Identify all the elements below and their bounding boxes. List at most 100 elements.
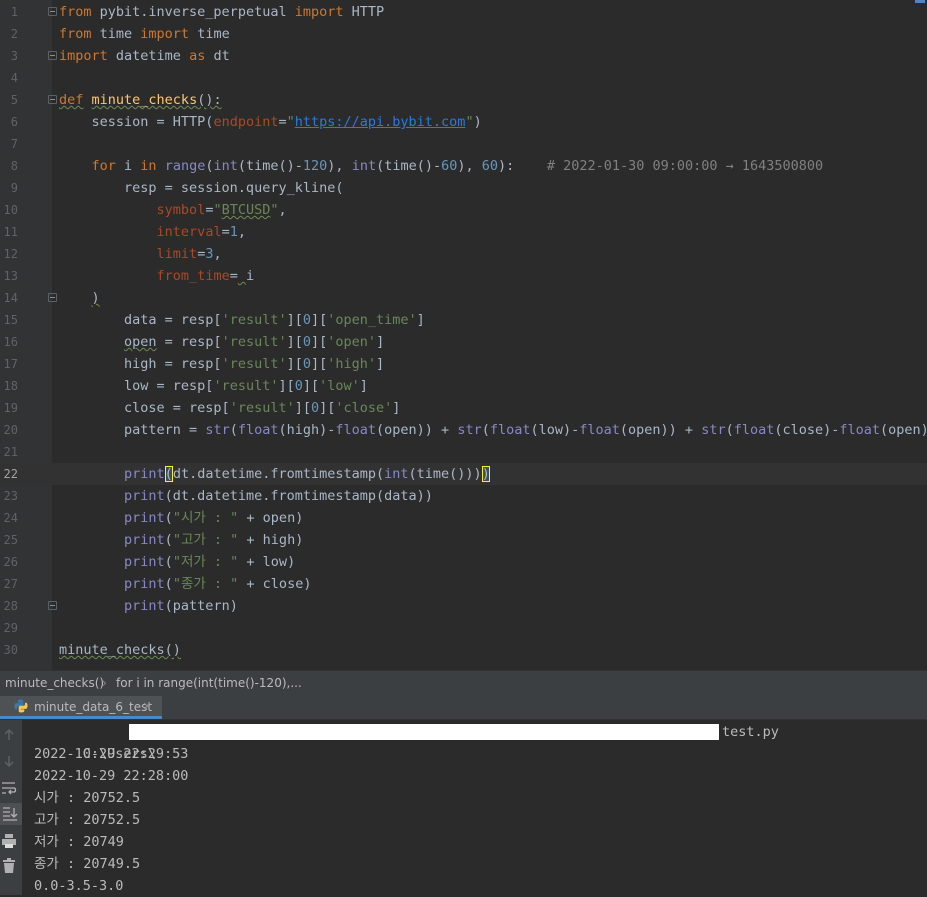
tab-run-config[interactable]: minute_data_6_test × <box>0 696 162 719</box>
line-number: 7 <box>10 137 18 151</box>
code-text: open = resp['result'][0]['open'] <box>124 334 385 350</box>
console-line: 시가 : 20752.5 <box>34 790 141 806</box>
code-line[interactable]: 21 <box>0 441 927 463</box>
console-line: 종가 : 20749.5 <box>34 856 141 872</box>
console-line: 2022-10-29 22:28:00 <box>34 768 189 784</box>
up-arrow-icon[interactable] <box>0 726 18 744</box>
fold-marker-icon[interactable] <box>48 95 57 104</box>
code-line[interactable]: 27 print("종가 : " + close) <box>0 573 927 595</box>
code-line[interactable]: 6 session = HTTP(endpoint="https://api.b… <box>0 111 927 133</box>
code-text: limit=3, <box>156 246 222 262</box>
line-number: 13 <box>3 269 18 283</box>
code-editor[interactable]: 1 from pybit.inverse_perpetual import HTT… <box>0 0 927 670</box>
code-text: print(pattern) <box>124 598 238 614</box>
code-line[interactable]: 29 <box>0 617 927 639</box>
line-number: 17 <box>3 357 18 371</box>
code-text: interval=1, <box>156 224 246 240</box>
code-line[interactable]: 1 from pybit.inverse_perpetual import HTT… <box>0 1 927 23</box>
fold-marker-icon[interactable] <box>48 293 57 302</box>
code-line[interactable]: 28 print(pattern) <box>0 595 927 617</box>
code-text: from_time= i <box>156 268 255 284</box>
code-line[interactable]: 5 def minute_checks(): <box>0 89 927 111</box>
code-line[interactable]: 15 data = resp['result'][0]['open_time'] <box>0 309 927 331</box>
code-line[interactable]: 17 high = resp['result'][0]['high'] <box>0 353 927 375</box>
code-line[interactable]: 25 print("고가 : " + high) <box>0 529 927 551</box>
line-number: 1 <box>10 5 18 19</box>
code-line[interactable]: 7 <box>0 133 927 155</box>
code-line[interactable]: 2 from time import time <box>0 23 927 45</box>
code-line[interactable]: 12 limit=3, <box>0 243 927 265</box>
line-number: 25 <box>3 533 18 547</box>
code-line[interactable]: 3 import datetime as dt <box>0 45 927 67</box>
code-text: low = resp['result'][0]['low'] <box>59 378 368 394</box>
trash-icon[interactable] <box>0 857 18 875</box>
code-line[interactable]: 11 interval=1, <box>0 221 927 243</box>
line-number: 3 <box>10 49 18 63</box>
line-number: 18 <box>3 379 18 393</box>
code-line[interactable]: 24 print("시가 : " + open) <box>0 507 927 529</box>
code-line[interactable]: 16 open = resp['result'][0]['open'] <box>0 331 927 353</box>
code-text: print(dt.datetime.fromtimestamp(int(time… <box>124 466 490 482</box>
line-number: 4 <box>10 71 18 85</box>
soft-wrap-icon[interactable] <box>0 779 18 797</box>
code-text: print("시가 : " + open) <box>124 510 304 526</box>
line-number: 14 <box>3 291 18 305</box>
code-text: for i in range(int(time()-120), int(time… <box>91 158 824 174</box>
line-number: 2 <box>10 27 18 41</box>
code-text: print(dt.datetime.fromtimestamp(data)) <box>124 488 433 504</box>
line-number: 19 <box>3 401 18 415</box>
line-number: 11 <box>3 225 18 239</box>
breadcrumb-item-function[interactable]: minute_checks() <box>5 671 104 696</box>
code-text: resp = session.query_kline( <box>59 180 344 196</box>
breadcrumb: minute_checks() › for i in range(int(tim… <box>0 670 927 696</box>
print-icon[interactable] <box>0 832 18 850</box>
breadcrumb-item-loop[interactable]: for i in range(int(time()-120),... <box>116 671 302 696</box>
code-line[interactable]: 14 ) <box>0 287 927 309</box>
code-line[interactable]: 30 minute_checks() <box>0 639 927 661</box>
down-arrow-icon[interactable] <box>0 752 18 770</box>
redaction-box <box>129 724 719 740</box>
line-number: 27 <box>3 577 18 591</box>
fold-marker-icon[interactable] <box>48 7 57 16</box>
code-text: session = HTTP(endpoint="https://api.byb… <box>59 114 482 130</box>
line-number: 15 <box>3 313 18 327</box>
line-number: 8 <box>10 159 18 173</box>
code-line[interactable]: 10 symbol="BTCUSD", <box>0 199 927 221</box>
code-text: print("종가 : " + close) <box>124 576 312 592</box>
close-icon[interactable]: × <box>142 699 152 713</box>
code-text: close = resp['result'][0]['close'] <box>59 400 401 416</box>
python-icon <box>14 699 28 713</box>
code-line[interactable]: 4 <box>0 67 927 89</box>
line-number: 28 <box>3 599 18 613</box>
code-line[interactable]: 19 close = resp['result'][0]['close'] <box>0 397 927 419</box>
console-line: 저가 : 20749 <box>34 834 124 850</box>
line-number: 23 <box>3 489 18 503</box>
console-toolbar <box>0 720 22 895</box>
code-line[interactable]: 8 for i in range(int(time()-120), int(ti… <box>0 155 927 177</box>
line-number: 5 <box>10 93 18 107</box>
line-number: 30 <box>3 643 18 657</box>
console-line: 0.0-3.5-3.0 <box>34 878 124 894</box>
run-console[interactable]: C:\Users\ test.py 2022-10-29 22:29:53 20… <box>0 720 927 895</box>
code-line[interactable]: 20 pattern = str(float(high)-float(open)… <box>0 419 927 441</box>
scroll-to-end-toggle[interactable] <box>0 803 22 825</box>
code-line[interactable]: 9 resp = session.query_kline( <box>0 177 927 199</box>
code-line[interactable]: 26 print("저가 : " + low) <box>0 551 927 573</box>
code-line[interactable]: 22 print(dt.datetime.fromtimestamp(int(t… <box>0 463 927 485</box>
run-tab-label: minute_data_6_test <box>34 700 153 714</box>
fold-marker-icon[interactable] <box>48 51 57 60</box>
code-text: minute_checks() <box>59 642 181 658</box>
console-line: 2022-10-29 22:29:53 <box>34 746 189 762</box>
code-text: high = resp['result'][0]['high'] <box>59 356 385 372</box>
code-line[interactable]: 13 from_time= i <box>0 265 927 287</box>
code-text: print("저가 : " + low) <box>124 554 296 570</box>
code-line[interactable]: 23 print(dt.datetime.fromtimestamp(data)… <box>0 485 927 507</box>
line-number: 6 <box>10 115 18 129</box>
code-text: import datetime as dt <box>59 48 230 64</box>
line-number: 10 <box>3 203 18 217</box>
scroll-to-end-icon <box>3 807 18 821</box>
fold-marker-icon[interactable] <box>48 601 57 610</box>
code-line[interactable]: 18 low = resp['result'][0]['low'] <box>0 375 927 397</box>
code-text: ) <box>91 290 100 306</box>
line-number: 9 <box>10 181 18 195</box>
